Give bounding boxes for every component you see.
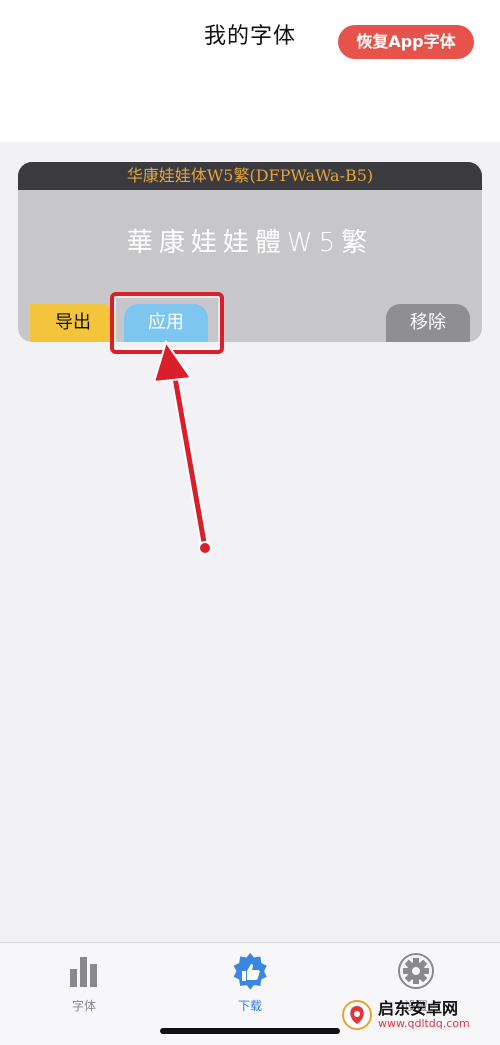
watermark-name: 启东安卓网 [378, 998, 459, 1018]
tab-fonts[interactable]: 字体 [24, 951, 144, 1014]
home-indicator [160, 1028, 340, 1034]
highlight-box [110, 292, 224, 354]
top-bar: 我的字体 恢复App字体 [0, 0, 500, 64]
header-spacer [0, 64, 500, 142]
font-card: 华康娃娃体W5繁(DFPWaWa-B5) 華康娃娃體W5繁 导出 应用 移除 [18, 162, 482, 342]
tab-fonts-label: 字体 [71, 999, 96, 1013]
font-name: 华康娃娃体W5繁(DFPWaWa-B5) [18, 162, 482, 190]
tab-download[interactable]: 下载 [190, 951, 310, 1014]
restore-app-font-button[interactable]: 恢复App字体 [338, 25, 474, 59]
gear-icon [398, 953, 434, 989]
tab-download-label: 下载 [237, 999, 262, 1013]
watermark: 启东安卓网 www.qdltdq.com [342, 998, 490, 1032]
bar-chart-icon [70, 957, 97, 987]
watermark-logo-icon [342, 1000, 372, 1030]
watermark-url: www.qdltdq.com [378, 1016, 470, 1030]
export-button[interactable]: 导出 [30, 304, 116, 342]
annotation-arrow [152, 339, 212, 555]
thumbs-up-icon [233, 952, 267, 990]
font-preview: 華康娃娃體W5繁 [126, 228, 374, 258]
remove-button[interactable]: 移除 [386, 304, 470, 342]
